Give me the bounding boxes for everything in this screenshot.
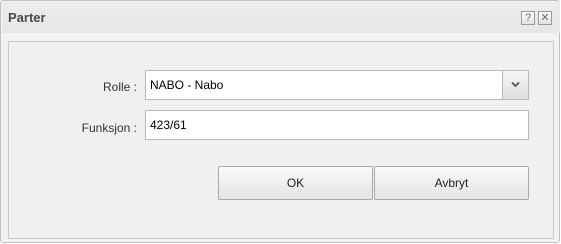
rolle-label: Rolle : xyxy=(102,80,137,94)
rolle-select[interactable]: NABO - Nabo xyxy=(145,70,529,100)
rolle-dropdown-trigger[interactable] xyxy=(502,71,528,99)
rolle-select-value: NABO - Nabo xyxy=(150,78,224,92)
funksjon-input[interactable]: 423/61 xyxy=(145,110,529,140)
cancel-button[interactable]: Avbryt xyxy=(374,166,529,200)
parter-dialog: Parter ? ✕ Rolle : NABO - Nabo Funksjon … xyxy=(0,0,561,244)
close-icon[interactable]: ✕ xyxy=(538,11,552,25)
funksjon-label: Funksjon : xyxy=(81,121,137,135)
dialog-titlebar[interactable]: Parter ? ✕ xyxy=(2,2,560,33)
help-icon[interactable]: ? xyxy=(521,11,535,25)
funksjon-input-value: 423/61 xyxy=(150,118,187,132)
ok-button[interactable]: OK xyxy=(218,166,373,200)
chevron-down-icon xyxy=(511,81,520,88)
dialog-title: Parter xyxy=(8,10,46,25)
